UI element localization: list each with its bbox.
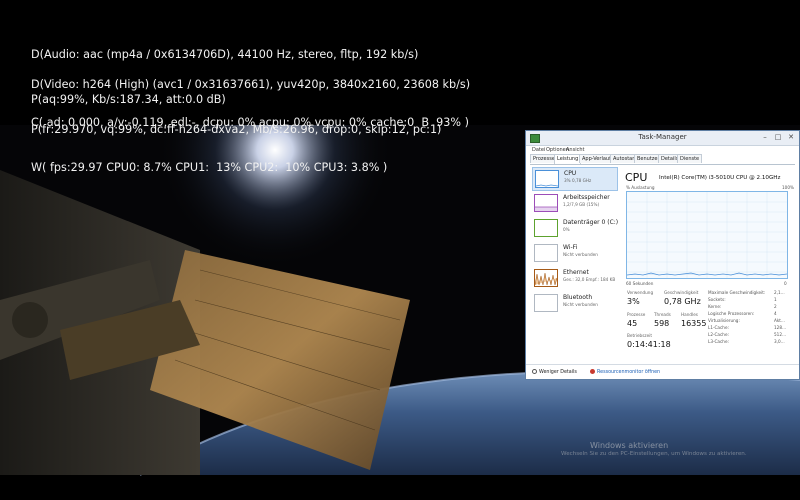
footer: Weniger Details Ressourcenmonitor öffnen [526,364,799,379]
perf-item-wifi[interactable]: Wi-Fi Nicht verbunden [532,242,618,266]
spec-label: Logische Prozessoren: [708,311,755,316]
spec-label: L3-Cache: [708,339,729,344]
spec-value: 4 [774,311,777,316]
uptime-label: Betriebszeit [627,333,652,338]
chart-label-usage: % Auslastung [626,185,655,190]
spec-value: 2,1... [774,290,785,295]
processes-label: Prozesse [627,312,646,317]
spec-value: 512... [774,332,786,337]
wifi-graph-icon [534,244,558,262]
osd-stats-block: C( ad: 0.000, a/v:-0.119, edl:-, dcpu: 0… [31,85,469,190]
perf-item-ethernet[interactable]: Ethernet Ges.: 32,0 Empf.: 184 KB [532,267,618,291]
spec-label: Maximale Geschwindigkeit: [708,290,766,295]
spec-label: Virtualisierung: [708,318,740,323]
chart-label-max: 100% [782,185,794,190]
menu-datei[interactable]: Datei [532,147,545,153]
cpu-model: Intel(R) Core(TM) i3-5010U CPU @ 2.10GHz [659,175,781,181]
perf-item-bluetooth[interactable]: Bluetooth Nicht verbunden [532,292,618,316]
resource-monitor-link[interactable]: Ressourcenmonitor öffnen [590,369,660,375]
usage-value: 3% [627,297,640,306]
speed-value: 0,78 GHz [664,297,701,306]
resource-monitor-label: Ressourcenmonitor öffnen [597,370,661,375]
processes-value: 45 [627,319,638,328]
osd-control-line: C( ad: 0.000, a/v:-0.119, edl:-, dcpu: 0… [31,116,469,129]
tab-dienste[interactable]: Dienste [677,154,703,163]
fewer-details-label: Weniger Details [539,370,577,375]
spec-value: 2 [774,304,777,309]
perf-item-disk[interactable]: Datenträger 0 (C:) 0% [532,217,618,241]
usage-label: Verwendung [627,290,654,295]
osd-cpu-line: W( fps:29.97 CPU0: 8.7% CPU1: 13% CPU2: … [31,161,388,174]
cpu-heading: CPU [625,171,648,184]
perf-item-label: Wi-Fi [563,244,578,251]
maximize-icon[interactable]: □ [772,132,784,142]
memory-graph-icon [534,194,558,212]
task-manager-window[interactable]: Task-Manager – □ ✕ Datei Optionen Ansich… [525,130,800,380]
perf-item-sub: Ges.: 32,0 Empf.: 184 KB [563,277,616,282]
minimize-icon[interactable]: – [759,132,771,142]
spec-label: L2-Cache: [708,332,729,337]
uptime-value: 0:14:41:18 [627,340,671,349]
spec-value: 1 [774,297,777,302]
speed-label: Geschwindigkeit [664,290,699,295]
tab-strip: Prozesse Leistung App-Verlauf Autostart … [530,154,795,165]
spec-label: L1-Cache: [708,325,729,330]
chevron-up-icon [532,369,537,374]
perf-item-sub: Nicht verbunden [563,252,598,257]
close-icon[interactable]: ✕ [785,132,797,142]
chart-label-time: 60 Sekunden [626,281,654,286]
tab-leistung[interactable]: Leistung [554,154,582,164]
perf-item-sub: 3% 0,78 GHz [564,178,592,183]
spec-value: 128... [774,325,786,330]
threads-label: Threads [654,312,671,317]
spec-value: 3,0... [774,339,785,344]
perf-item-cpu[interactable]: CPU 3% 0,78 GHz [532,167,618,191]
perf-item-memory[interactable]: Arbeitsspeicher 1,2/7,9 GB (15%) [532,192,618,216]
perf-item-sub: 1,2/7,9 GB (15%) [563,202,600,207]
menu-ansicht[interactable]: Ansicht [566,147,584,153]
perf-item-sub: Nicht verbunden [563,302,598,307]
perf-item-label: Ethernet [563,269,589,276]
disk-graph-icon [534,219,558,237]
spec-value: Akt... [774,318,785,323]
resource-monitor-icon [590,369,595,374]
fewer-details-link[interactable]: Weniger Details [532,369,577,375]
perf-item-label: Bluetooth [563,294,593,301]
cpu-graph-icon [535,170,559,188]
perf-item-label: Arbeitsspeicher [563,194,610,201]
cpu-usage-svg [626,192,788,278]
menu-bar: Datei Optionen Ansicht [526,145,799,154]
spec-label: Sockets: [708,297,726,302]
threads-value: 598 [654,319,670,328]
handles-value: 16355 [681,319,707,328]
bluetooth-graph-icon [534,294,558,312]
cpu-usage-graph [626,191,788,279]
chart-label-min: 0 [784,281,787,286]
spec-label: Kerne: [708,304,722,309]
activation-watermark-title: Windows aktivieren [590,441,669,450]
tab-app-verlauf[interactable]: App-Verlauf [579,154,614,163]
perf-item-label: Datenträger 0 (C:) [563,219,619,226]
perf-item-sub: 0% [563,227,570,232]
handles-label: Handles [681,312,698,317]
perf-item-label: CPU [564,170,577,177]
activation-watermark-text: Wechseln Sie zu den PC-Einstellungen, um… [561,451,747,457]
ethernet-graph-icon [534,269,558,287]
title-bar[interactable]: Task-Manager – □ ✕ [526,131,799,146]
